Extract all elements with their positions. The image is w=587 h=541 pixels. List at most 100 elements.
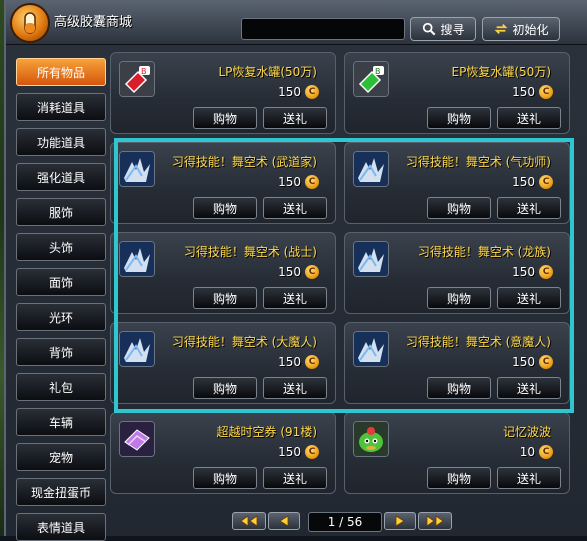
sidebar-item[interactable]: 表情道具 [16,513,106,541]
double-right-arrow-icon [426,515,444,527]
first-page-button[interactable] [232,512,266,530]
item-price: 150 [278,445,301,459]
cash-coin-icon: C [539,85,553,99]
memory-pet-icon [353,421,389,457]
item-price: 150 [512,85,535,99]
search-input[interactable] [241,18,405,40]
gift-button[interactable]: 送礼 [497,197,561,219]
cash-coin-icon: C [539,355,553,369]
cash-coin-icon: C [539,265,553,279]
buy-button[interactable]: 购物 [427,197,491,219]
svg-text:B: B [375,67,381,76]
sidebar-item[interactable]: 车辆 [16,408,106,436]
ep-potion-icon: B [353,61,389,97]
sidebar-item[interactable]: 宠物 [16,443,106,471]
gift-button[interactable]: 送礼 [263,287,327,309]
last-page-button[interactable] [418,512,452,530]
gift-button[interactable]: 送礼 [263,107,327,129]
gift-button[interactable]: 送礼 [497,377,561,399]
sidebar-item[interactable]: 强化道具 [16,163,106,191]
item-card: 超越时空券 (91楼) 150 C 购物 送礼 [110,412,336,494]
item-card: 习得技能！舞空术 (战士) 150 C 购物 送礼 [110,232,336,314]
skill-scroll-icon [119,331,155,367]
item-card: 习得技能！舞空术 (武道家) 150 C 购物 送礼 [110,142,336,224]
item-card: 记忆波波 10 C 购物 送礼 [344,412,570,494]
cash-coin-icon: C [305,85,319,99]
gift-button[interactable]: 送礼 [497,467,561,489]
sidebar-item[interactable]: 服饰 [16,198,106,226]
item-price: 150 [278,175,301,189]
buy-button[interactable]: 购物 [427,377,491,399]
buy-button[interactable]: 购物 [427,287,491,309]
sidebar-item[interactable]: 头饰 [16,233,106,261]
item-price: 150 [512,265,535,279]
skill-scroll-icon [353,241,389,277]
gift-button[interactable]: 送礼 [497,287,561,309]
item-name: 超越时空券 (91楼) [216,425,317,439]
item-name: 习得技能！舞空术 (战士) [183,245,317,259]
item-price: 150 [512,355,535,369]
buy-button[interactable]: 购物 [193,467,257,489]
capsule-logo-icon [10,3,50,43]
item-price: 150 [278,265,301,279]
cash-coin-icon: C [305,265,319,279]
reset-button[interactable]: 初始化 [482,17,560,41]
item-name: EP恢复水罐(50万) [451,65,551,79]
item-name: 习得技能！舞空术 (气功师) [405,155,551,169]
gift-button[interactable]: 送礼 [497,107,561,129]
gift-button[interactable]: 送礼 [263,467,327,489]
sidebar-item[interactable]: 现金扭蛋币 [16,478,106,506]
sidebar-item[interactable]: 礼包 [16,373,106,401]
sidebar-item[interactable]: 功能道具 [16,128,106,156]
gift-button[interactable]: 送礼 [263,197,327,219]
item-name: 习得技能！舞空术 (意魔人) [405,335,551,349]
buy-button[interactable]: 购物 [193,197,257,219]
buy-button[interactable]: 购物 [193,377,257,399]
cash-coin-icon: C [539,445,553,459]
sidebar-item[interactable]: 消耗道具 [16,93,106,121]
sidebar-item[interactable]: 面饰 [16,268,106,296]
item-price: 150 [278,355,301,369]
svg-text:B: B [141,67,147,76]
next-page-button[interactable] [384,512,416,530]
sidebar-item[interactable]: 所有物品 [16,58,106,86]
double-left-arrow-icon [240,515,258,527]
cash-coin-icon: C [539,175,553,189]
buy-button[interactable]: 购物 [193,107,257,129]
ticket-icon [119,421,155,457]
prev-page-button[interactable] [268,512,300,530]
skill-scroll-icon [119,241,155,277]
sidebar-item[interactable]: 背饰 [16,338,106,366]
skill-scroll-icon [353,151,389,187]
skill-scroll-icon [119,151,155,187]
item-price: 10 [519,445,535,459]
item-card: B LP恢复水罐(50万) 150 C 购物 送礼 [110,52,336,134]
item-name: 习得技能！舞空术 (大魔人) [171,335,317,349]
window-header: 高级胶囊商城 搜寻 初始化 [6,0,587,45]
item-price: 150 [512,175,535,189]
cash-coin-icon: C [305,175,319,189]
shop-window: 高级胶囊商城 搜寻 初始化 所有物品消耗道具功能道具强化道具服饰头饰面饰光环背饰… [4,0,587,541]
page-indicator: 1 / 56 [308,512,382,532]
reset-button-label: 初始化 [512,22,549,37]
buy-button[interactable]: 购物 [427,467,491,489]
search-button[interactable]: 搜寻 [410,17,476,41]
item-card: 习得技能！舞空术 (意魔人) 150 C 购物 送礼 [344,322,570,404]
buy-button[interactable]: 购物 [193,287,257,309]
item-name: LP恢复水罐(50万) [218,65,317,79]
buy-button[interactable]: 购物 [427,107,491,129]
gift-button[interactable]: 送礼 [263,377,327,399]
sidebar-item[interactable]: 光环 [16,303,106,331]
search-button-label: 搜寻 [440,22,465,37]
magnifier-icon [421,21,437,37]
cash-coin-icon: C [305,355,319,369]
cash-coin-icon: C [305,445,319,459]
item-price: 150 [278,85,301,99]
item-card: 习得技能！舞空术 (大魔人) 150 C 购物 送礼 [110,322,336,404]
left-arrow-icon [279,515,289,527]
lp-potion-icon: B [119,61,155,97]
skill-scroll-icon [353,331,389,367]
item-name: 习得技能！舞空术 (龙族) [417,245,551,259]
item-card: 习得技能！舞空术 (气功师) 150 C 购物 送礼 [344,142,570,224]
right-arrow-icon [395,515,405,527]
